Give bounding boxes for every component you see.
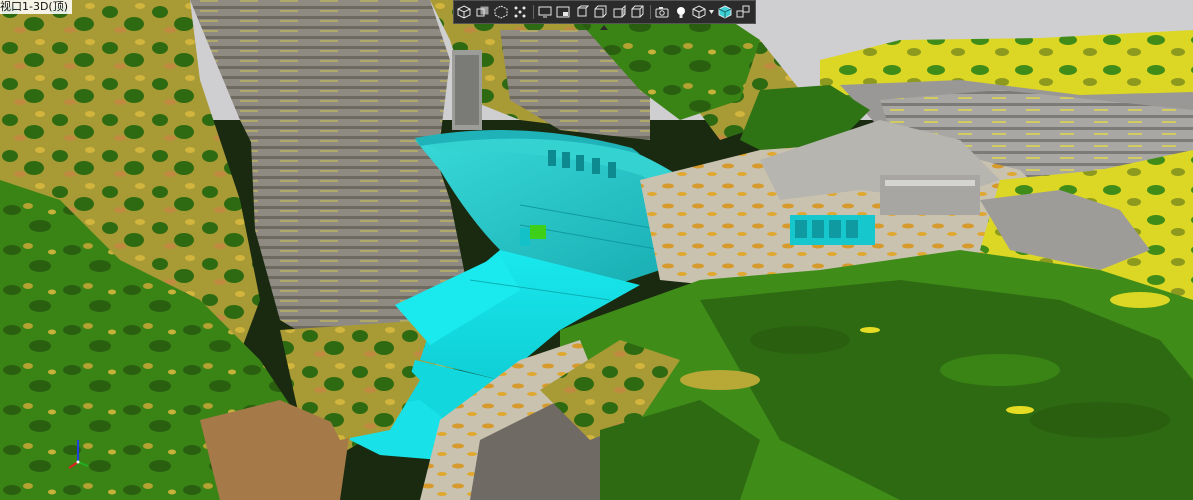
toolbar-collapse-icon[interactable] <box>600 25 608 30</box>
toolbar-separator <box>650 5 651 19</box>
cube-shaded-icon[interactable] <box>716 3 733 21</box>
cube-wireframe-icon[interactable] <box>493 3 510 21</box>
axis-gizmo-icon <box>68 440 89 469</box>
window-icon[interactable] <box>555 3 572 21</box>
cube-points-icon[interactable] <box>511 3 528 21</box>
camera-icon[interactable] <box>654 3 671 21</box>
3d-viewport[interactable]: 视口1-3D(顶) <box>0 0 1193 500</box>
box-top-icon[interactable] <box>573 3 590 21</box>
viewport-title: 视口1-3D(顶) <box>0 0 73 14</box>
box-side-icon[interactable] <box>610 3 627 21</box>
box-iso-icon[interactable] <box>629 3 646 21</box>
light-bulb-icon[interactable] <box>672 3 689 21</box>
box-front-icon[interactable] <box>592 3 609 21</box>
chevron-down-icon[interactable] <box>709 3 715 21</box>
cube-stack-icon[interactable] <box>474 3 491 21</box>
monitor-icon[interactable] <box>537 3 554 21</box>
toolbar-separator <box>532 5 534 19</box>
cube-outline-icon[interactable] <box>691 3 708 21</box>
cube-split-icon[interactable] <box>735 3 752 21</box>
cube-solid-icon[interactable] <box>456 3 473 21</box>
dam-scene-render[interactable] <box>0 0 1193 500</box>
viewport-toolbar <box>453 0 756 24</box>
